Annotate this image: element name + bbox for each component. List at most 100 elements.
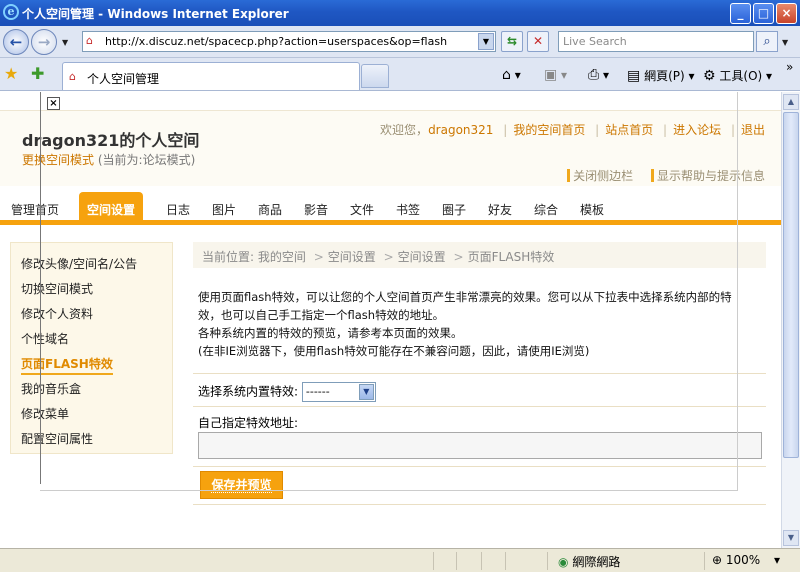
page-icon: ▤ xyxy=(627,68,641,84)
refresh-icon[interactable]: ⇆ xyxy=(501,31,523,52)
overlay-guide-line xyxy=(40,92,41,484)
page-menu-label: 網頁(P) xyxy=(644,69,685,83)
tools-menu[interactable]: ⚙ 工具(O) ▾ xyxy=(703,67,772,84)
nav-friends[interactable]: 好友 xyxy=(488,201,512,218)
nav-video[interactable]: 影音 xyxy=(304,201,328,218)
top-links: 欢迎您，dragon321 | 我的空间首页 | 站点首页 | 进入论坛 | 退出 xyxy=(380,123,765,137)
nav-space-settings[interactable]: 空间设置 xyxy=(79,192,144,225)
mode-note: (当前为:论坛模式) xyxy=(97,153,196,167)
description-line: 使用页面flash特效，可以让您的个人空间首页产生非常漂亮的效果。您可以从下拉表… xyxy=(198,290,732,304)
tool-links: 关闭侧边栏 显示帮助与提示信息 xyxy=(553,167,765,184)
zoom-dropdown-icon[interactable]: ▾ xyxy=(774,553,780,567)
stop-icon[interactable]: ✕ xyxy=(527,31,549,52)
custom-effect-url-input[interactable] xyxy=(198,432,762,459)
security-zone: ◉ 網際網路 xyxy=(558,553,620,570)
tools-menu-label: 工具(O) xyxy=(719,69,763,83)
nav-blog[interactable]: 日志 xyxy=(166,201,190,218)
scroll-up-icon[interactable]: ▲ xyxy=(783,94,799,110)
minimize-button[interactable]: _ xyxy=(730,3,751,24)
site-home-link[interactable]: 站点首页 xyxy=(605,123,653,137)
sidebar-item-musicbox[interactable]: 我的音乐盒 xyxy=(21,380,81,397)
zoom-control[interactable]: ⊕ 100% ▾ xyxy=(712,553,780,567)
zoom-level: 100% xyxy=(725,553,761,567)
breadcrumb-item[interactable]: 空间设置 xyxy=(328,250,376,264)
nav-files[interactable]: 文件 xyxy=(350,201,374,218)
address-url[interactable]: http://x.discuz.net/spacecp.php?action=u… xyxy=(105,35,447,48)
show-help-link[interactable]: 显示帮助与提示信息 xyxy=(657,169,765,183)
nav-groups[interactable]: 圈子 xyxy=(442,201,466,218)
logout-link[interactable]: 退出 xyxy=(741,123,765,137)
scrollbar-thumb[interactable] xyxy=(783,112,799,458)
builtin-effect-row: 选择系统内置特效: ------ ▼ xyxy=(198,382,376,402)
change-mode-link[interactable]: 更换空间模式 xyxy=(22,153,94,167)
back-button[interactable]: ← xyxy=(3,29,29,55)
overlay-guide-line xyxy=(40,490,738,491)
feeds-icon[interactable]: ▣ ▾ xyxy=(544,67,567,83)
gear-icon: ⚙ xyxy=(703,68,716,84)
sidebar-item-avatar[interactable]: 修改头像/空间名/公告 xyxy=(21,255,137,272)
home-icon[interactable]: ⌂ ▾ xyxy=(502,67,521,83)
chevron-down-icon[interactable]: ▼ xyxy=(358,384,374,400)
sidebar-item-properties[interactable]: 配置空间属性 xyxy=(21,430,93,447)
close-window-button[interactable]: × xyxy=(776,3,797,24)
tab-toolbar: ★ ✚ ⌂ 个人空间管理 ⌂ ▾ ▣ ▾ ⎙ ▾ ▤ 網頁(P) ▾ ⚙ 工具(… xyxy=(0,58,800,91)
main-nav: 管理首页 空间设置 日志 图片 商品 影音 文件 书签 圈子 好友 综合 模板 xyxy=(0,192,781,225)
close-sidebar-link[interactable]: 关闭侧边栏 xyxy=(573,169,633,183)
nav-templates[interactable]: 模板 xyxy=(580,201,604,218)
breadcrumb-prefix[interactable]: 当前位置: 我的空间 xyxy=(202,250,306,264)
vertical-scrollbar[interactable]: ▲ ▼ xyxy=(781,92,800,548)
forward-button[interactable]: → xyxy=(31,29,57,55)
more-commands-icon[interactable]: » xyxy=(786,60,793,74)
divider xyxy=(193,466,766,467)
sidebar-item-profile[interactable]: 修改个人资料 xyxy=(21,305,93,322)
builtin-effect-label: 选择系统内置特效: xyxy=(198,384,299,399)
status-bar: ◉ 網際網路 ⊕ 100% ▾ xyxy=(0,548,800,572)
nav-general[interactable]: 综合 xyxy=(534,201,558,218)
description-line: (在非IE浏览器下，使用flash特效可能存在不兼容问题，因此，请使用IE浏览) xyxy=(198,344,590,358)
breadcrumb: 当前位置: 我的空间 > 空间设置 > 空间设置 > 页面FLASH特效 xyxy=(193,242,766,268)
print-icon[interactable]: ⎙ ▾ xyxy=(588,67,609,83)
page-title: dragon321的个人空间 xyxy=(22,131,200,150)
zoom-icon: ⊕ xyxy=(712,553,723,567)
overlay-close-button[interactable]: × xyxy=(47,97,60,110)
scroll-down-icon[interactable]: ▼ xyxy=(783,530,799,546)
new-tab-button[interactable] xyxy=(361,64,389,88)
history-dropdown-icon[interactable]: ▼ xyxy=(62,38,68,47)
nav-images[interactable]: 图片 xyxy=(212,201,236,218)
nav-manage-home[interactable]: 管理首页 xyxy=(11,201,59,218)
address-toolbar: ← → ▼ ⌂ http://x.discuz.net/spacecp.php?… xyxy=(0,26,800,58)
builtin-effect-select[interactable]: ------ ▼ xyxy=(301,382,376,402)
address-bar[interactable]: ⌂ http://x.discuz.net/spacecp.php?action… xyxy=(82,31,496,52)
maximize-button[interactable]: □ xyxy=(753,3,774,24)
tab-label: 个人空间管理 xyxy=(87,72,160,86)
favorites-star-icon[interactable]: ★ xyxy=(4,64,18,83)
window-title: 个人空间管理 - Windows Internet Explorer xyxy=(22,7,289,21)
page-menu[interactable]: ▤ 網頁(P) ▾ xyxy=(627,67,695,84)
welcome-text: 欢迎您， xyxy=(380,123,429,137)
my-space-link[interactable]: 我的空间首页 xyxy=(513,123,585,137)
username-link[interactable]: dragon321 xyxy=(428,123,493,137)
sidebar-item-domain[interactable]: 个性域名 xyxy=(21,330,69,347)
nav-goods[interactable]: 商品 xyxy=(258,201,282,218)
address-dropdown-icon[interactable]: ▼ xyxy=(478,33,494,50)
sidebar-item-switch-mode[interactable]: 切换空间模式 xyxy=(21,280,93,297)
save-preview-button[interactable]: 保存并预览 xyxy=(200,471,283,499)
sidebar-item-flash[interactable]: 页面FLASH特效 xyxy=(21,355,113,375)
overlay-guide-line xyxy=(737,92,738,490)
add-favorites-icon[interactable]: ✚ xyxy=(31,64,44,83)
search-icon[interactable]: ⌕ xyxy=(756,31,778,52)
search-input[interactable]: Live Search xyxy=(558,31,754,52)
flash-description: 使用页面flash特效，可以让您的个人空间首页产生非常漂亮的效果。您可以从下拉表… xyxy=(198,288,758,360)
divider xyxy=(193,504,766,505)
browser-tab[interactable]: ⌂ 个人空间管理 xyxy=(62,62,360,90)
settings-sidebar: 修改头像/空间名/公告 切换空间模式 修改个人资料 个性域名 页面FLASH特效… xyxy=(10,242,173,454)
space-header: dragon321的个人空间 更换空间模式 (当前为:论坛模式) 欢迎您，dra… xyxy=(0,110,781,186)
breadcrumb-item[interactable]: 空间设置 xyxy=(398,250,446,264)
ie-logo-icon: e xyxy=(3,4,19,20)
sidebar-item-menu[interactable]: 修改菜单 xyxy=(21,405,69,422)
nav-bookmarks[interactable]: 书签 xyxy=(396,201,420,218)
divider xyxy=(193,373,766,374)
search-dropdown-icon[interactable]: ▼ xyxy=(782,38,788,47)
description-line: 效，也可以自己手工指定一个flash特效的地址。 xyxy=(198,308,445,322)
forum-link[interactable]: 进入论坛 xyxy=(673,123,721,137)
